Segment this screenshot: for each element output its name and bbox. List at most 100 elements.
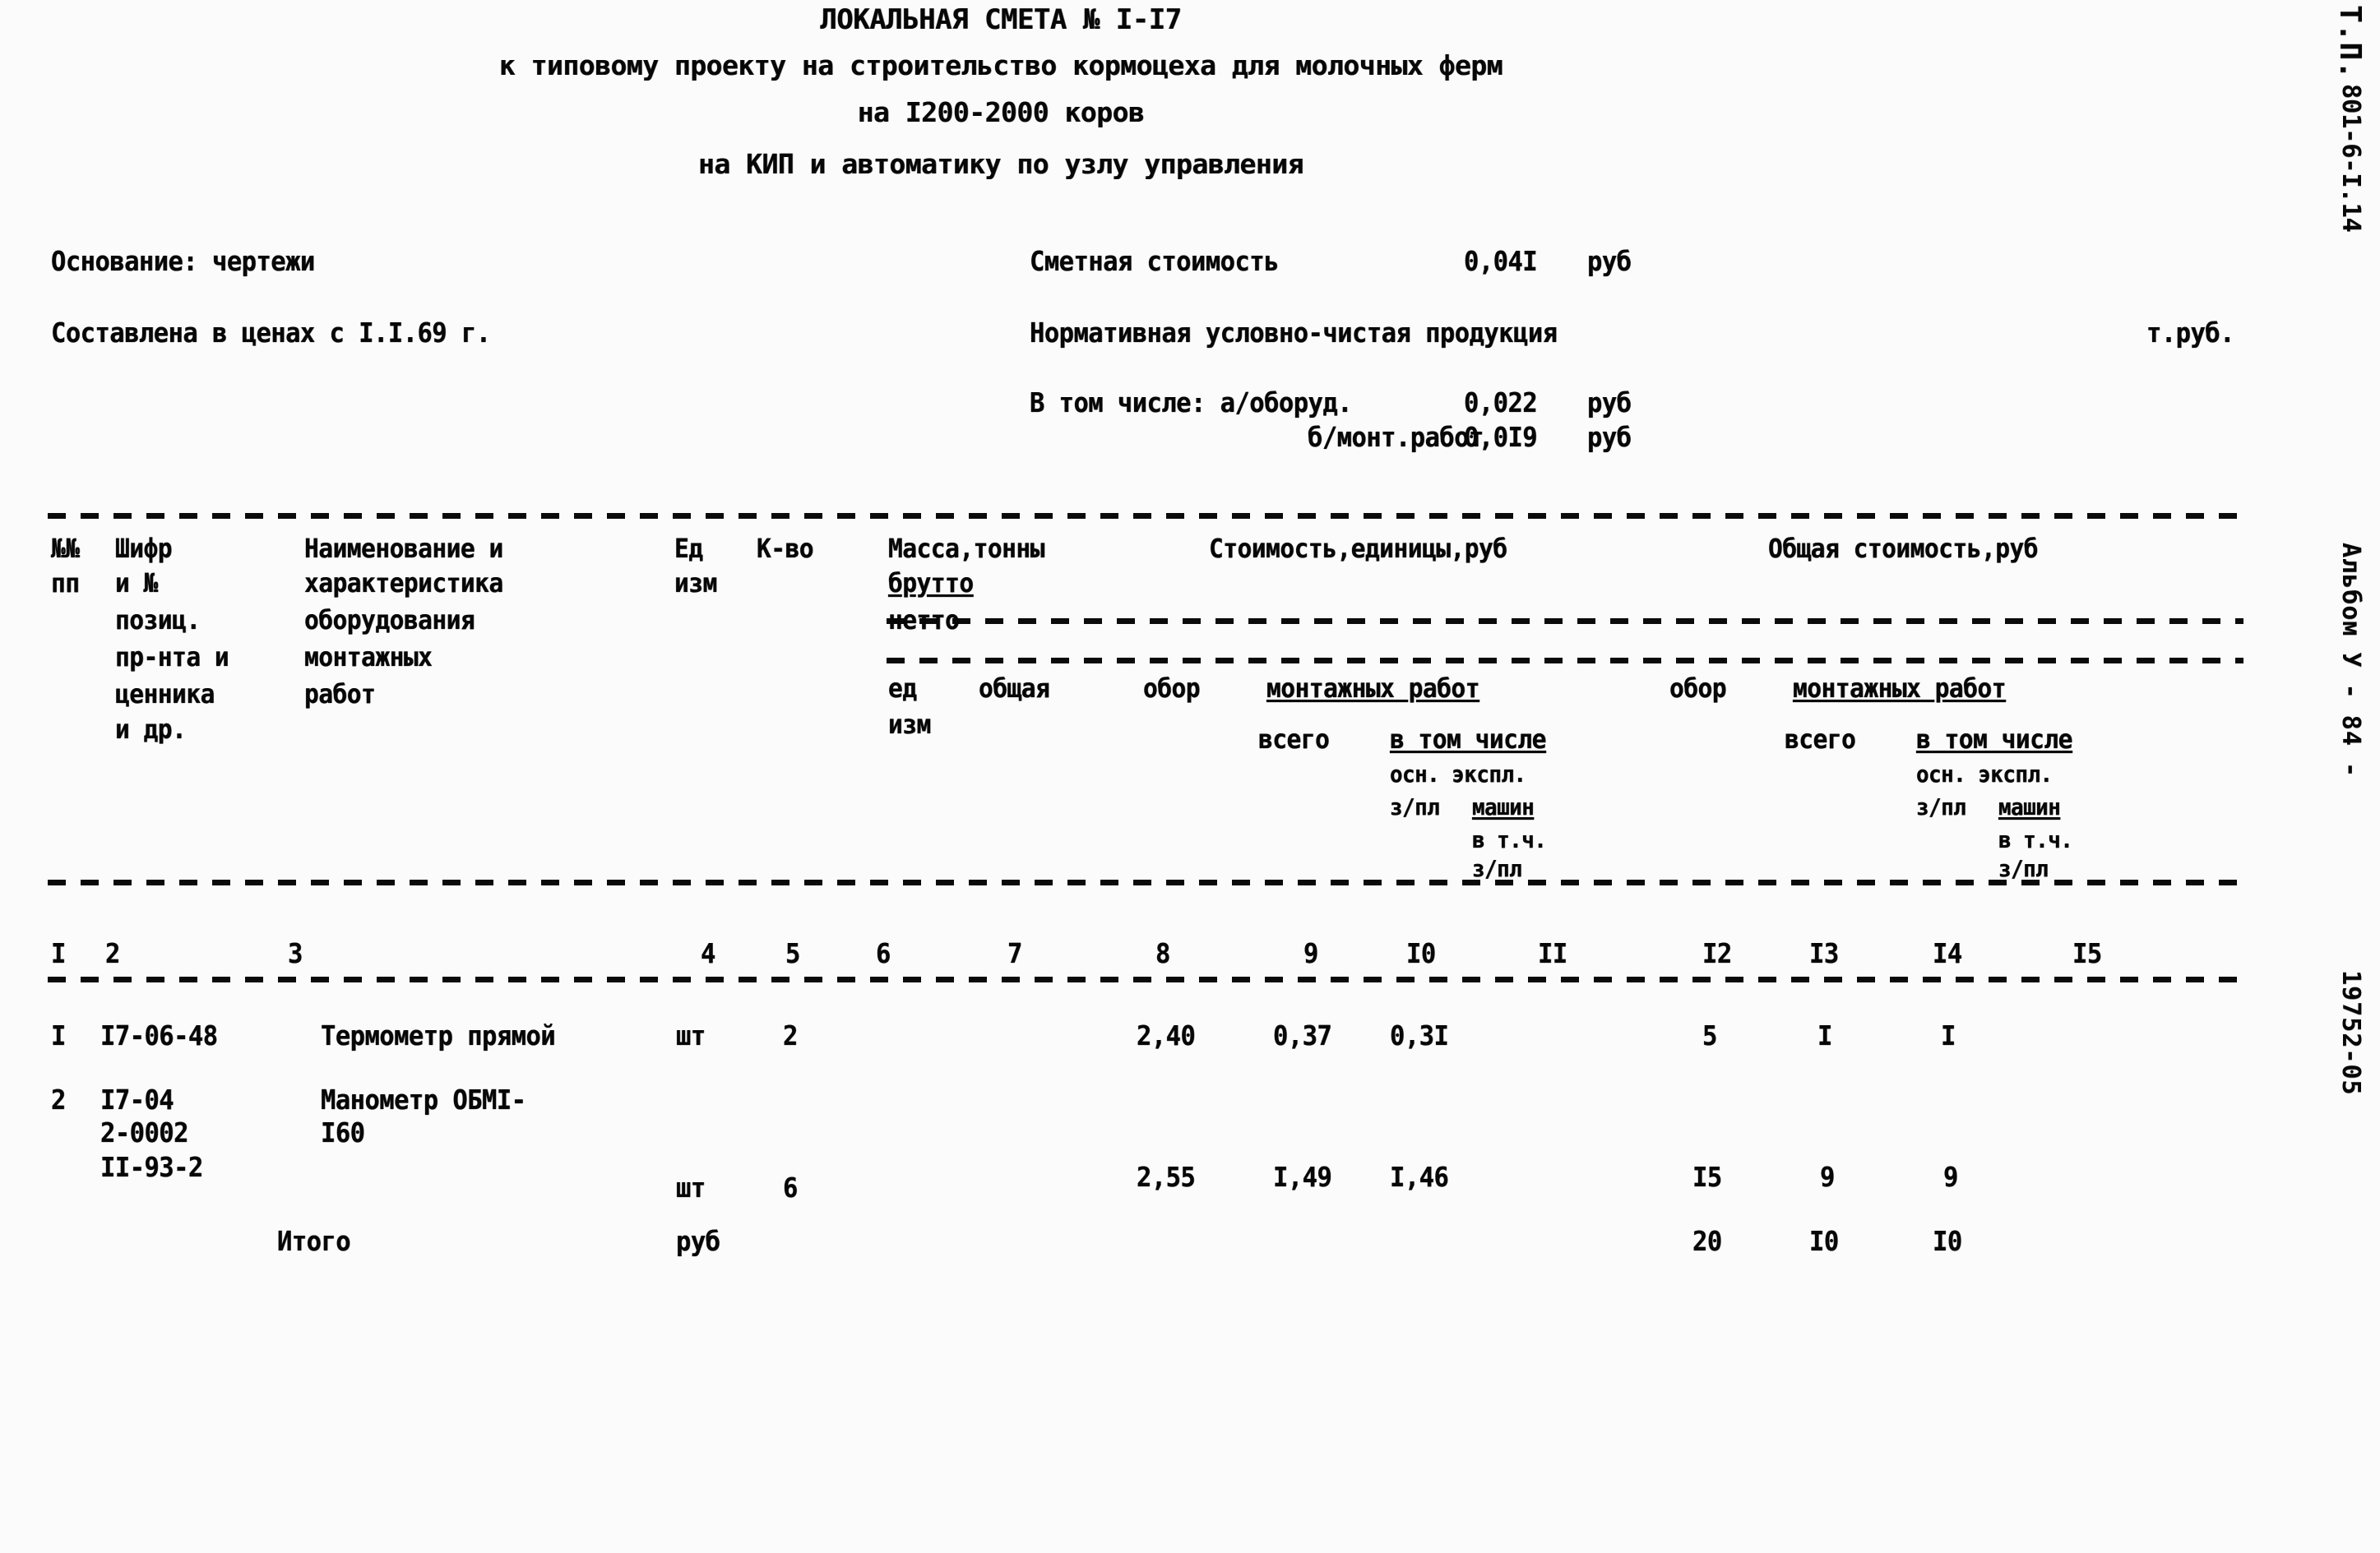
prices-date-label: Составлена в ценах с I.I.69 г.	[51, 317, 491, 349]
header-col3-line2: характеристика	[304, 567, 503, 599]
row-2-total-exp: 9	[1943, 1161, 1958, 1193]
header-mass-brutto: брутто	[888, 567, 974, 599]
row-1-total-osn: I	[1817, 1019, 1832, 1052]
total-label: Итого	[277, 1225, 351, 1257]
row-1-code: I7-06-48	[100, 1019, 218, 1052]
header-mass-unit-line1: ед	[888, 673, 917, 704]
row-1-total-exp: I	[1941, 1019, 1956, 1052]
header-col4-line1: Ед	[674, 533, 703, 564]
header-col3-line1: Наименование и	[304, 533, 503, 564]
column-number-1: I	[51, 937, 66, 969]
column-number-13: I3	[1809, 937, 1839, 969]
row-1-mont-vsego: 2,40	[1137, 1019, 1196, 1052]
row-2-mont-exp: I,46	[1390, 1161, 1449, 1193]
header-mass-group: Масса,тонны	[888, 533, 1044, 564]
including-equipment-label: В том числе: а/оборуд.	[1030, 386, 1353, 418]
header-mont-works-a: монтажных работ	[1266, 673, 1479, 704]
table-colnum-rule	[48, 977, 2243, 982]
column-number-11: II	[1538, 937, 1567, 969]
header-mass-netto: нетто	[888, 604, 960, 636]
document-title-line-2: к типовому проекту на строительство корм…	[498, 49, 1503, 81]
header-col1-line1: №№	[51, 533, 80, 564]
header-col2-line1: Шифр	[115, 533, 173, 564]
row-1-number: I	[51, 1019, 66, 1052]
row-2-code-line2: 2-0002	[100, 1116, 188, 1149]
including-works-unit: руб	[1587, 421, 1632, 453]
row-1-total-vsego: 5	[1702, 1019, 1717, 1052]
row-2-name-line2: I60	[321, 1116, 365, 1149]
header-col2-line5: ценника	[115, 678, 215, 709]
row-2-name-line1: Манометр ОБМI-	[321, 1084, 526, 1116]
estimate-cost-unit: руб	[1587, 245, 1632, 277]
estimate-cost-label: Сметная стоимость	[1030, 245, 1279, 277]
row-2-total-osn: 9	[1820, 1161, 1835, 1193]
row-1-qty: 2	[783, 1019, 798, 1052]
header-col1-line2: пп	[51, 567, 80, 599]
including-equipment-value: 0,022	[1464, 386, 1538, 418]
row-2-code-line3: II-93-2	[100, 1151, 203, 1183]
table-mid-rule-1	[887, 618, 2243, 624]
row-2-number: 2	[51, 1084, 66, 1116]
header-osn-exp-a: осн. экспл.	[1390, 760, 1526, 788]
header-zpl2-a: з/пл	[1472, 855, 1522, 882]
table-mid-rule-2	[887, 658, 2243, 663]
column-number-6: 6	[876, 937, 891, 969]
document-subtitle: на КИП и автоматику по узлу управления	[698, 148, 1303, 180]
row-1-unit: шт	[676, 1019, 706, 1052]
column-number-15: I5	[2072, 937, 2102, 969]
header-mashin-b: машин	[1998, 793, 2061, 820]
including-works-label: б/монт.работ	[1308, 421, 1484, 453]
column-number-10: I0	[1406, 937, 1436, 969]
header-col2-line2: и №	[115, 567, 158, 599]
margin-top-code-2: 801-6-I.14	[2336, 84, 2365, 233]
header-col3-line3: оборудования	[304, 604, 475, 636]
table-header-bottom-rule	[48, 880, 2243, 885]
row-1-name: Термометр прямой	[321, 1019, 556, 1052]
header-unit-cost-group: Стоимость,единицы,руб	[1209, 533, 1507, 564]
column-number-4: 4	[701, 937, 715, 969]
row-2-mont-osn: I,49	[1273, 1161, 1332, 1193]
row-1-mont-osn: 0,37	[1273, 1019, 1332, 1052]
header-vsego-b: всего	[1785, 723, 1856, 755]
header-col5: К-во	[757, 533, 814, 564]
margin-album-label: Альбом У - 84 -	[2336, 543, 2365, 778]
header-mass-unit-line2: изм	[888, 709, 931, 740]
header-col2-line4: пр-нта и	[115, 641, 229, 673]
header-col4-line2: изм	[674, 567, 717, 599]
including-equipment-unit: руб	[1587, 386, 1632, 418]
header-col2-line3: позиц.	[115, 604, 201, 636]
header-mont-works-b: монтажных работ	[1793, 673, 2006, 704]
header-mass-total: общая	[979, 673, 1050, 704]
header-osn-exp-b: осн. экспл.	[1916, 760, 2053, 788]
margin-top-code: Т.П.	[2333, 5, 2367, 80]
header-total-cost-group: Общая стоимость,руб	[1768, 533, 2039, 564]
row-2-code-line1: I7-04	[100, 1084, 174, 1116]
margin-doc-number: 19752-05	[2336, 970, 2365, 1096]
header-vsego-a: всего	[1258, 723, 1330, 755]
column-number-7: 7	[1007, 937, 1022, 969]
document-page: ЛОКАЛЬНАЯ СМЕТА № I-I7 к типовому проект…	[0, 0, 2380, 1553]
header-vtomchisle-a: в том числе	[1390, 723, 1546, 755]
row-1-mont-exp: 0,3I	[1390, 1019, 1449, 1052]
total-vsego: 20	[1692, 1225, 1722, 1257]
document-title-line-3: на I200-2000 коров	[857, 96, 1145, 128]
row-2-mont-vsego: 2,55	[1137, 1161, 1196, 1193]
header-col3-line5: работ	[304, 678, 376, 709]
column-number-12: I2	[1702, 937, 1732, 969]
column-number-5: 5	[785, 937, 800, 969]
total-exp: I0	[1933, 1225, 1962, 1257]
header-equip-b: обор	[1669, 673, 1727, 704]
table-top-rule	[48, 513, 2243, 519]
header-zpl-b: з/пл	[1916, 793, 1966, 820]
basis-label: Основание: чертежи	[51, 245, 315, 277]
column-number-14: I4	[1933, 937, 1962, 969]
header-zpl-a: з/пл	[1390, 793, 1440, 820]
column-number-3: 3	[288, 937, 303, 969]
header-mashin-a: машин	[1472, 793, 1535, 820]
column-number-2: 2	[105, 937, 120, 969]
row-2-unit: шт	[676, 1172, 706, 1204]
row-2-total-vsego: I5	[1692, 1161, 1722, 1193]
column-number-8: 8	[1155, 937, 1170, 969]
column-number-9: 9	[1303, 937, 1318, 969]
header-zpl2-b: з/пл	[1998, 855, 2049, 882]
